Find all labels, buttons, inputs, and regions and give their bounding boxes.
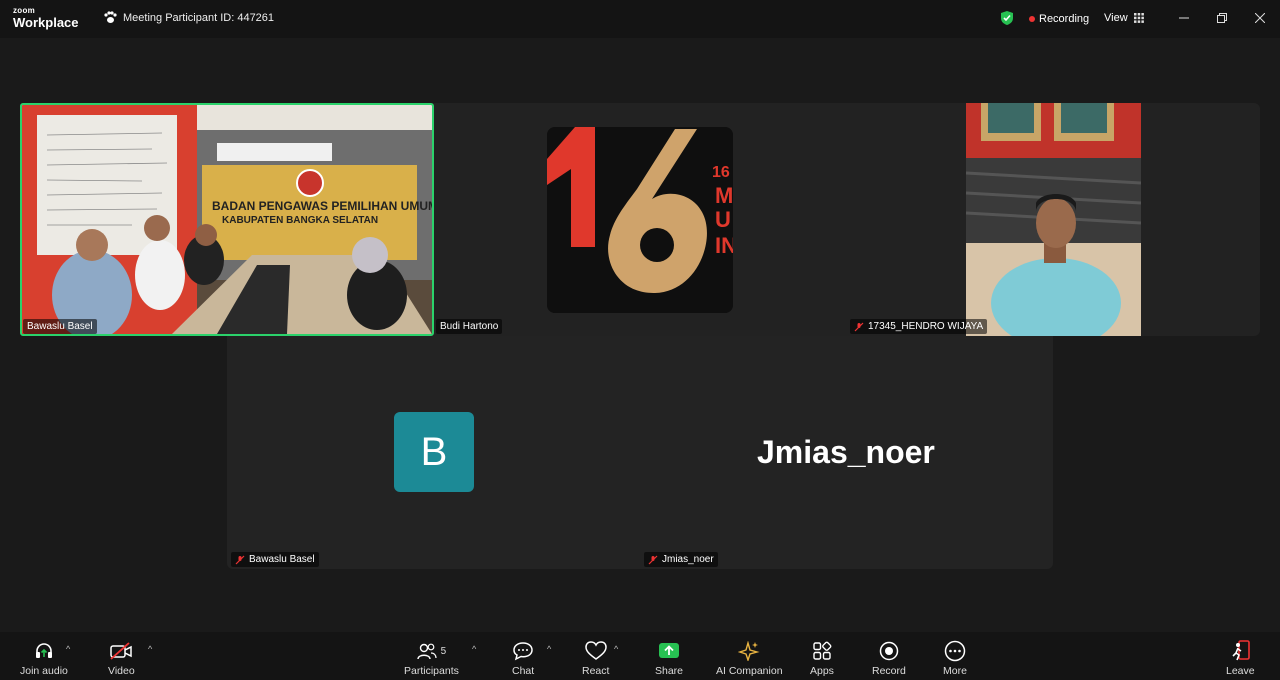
apps-icon — [813, 641, 832, 660]
mic-muted-icon — [235, 555, 245, 564]
leave-icon — [1232, 640, 1251, 661]
zoom-logo: zoom Workplace — [13, 6, 79, 30]
record-icon — [879, 641, 899, 661]
logo-workplace: Workplace — [13, 15, 79, 30]
participants-label: Participants — [404, 665, 459, 677]
share-label: Share — [655, 665, 684, 677]
video-label: Video — [108, 665, 135, 677]
recording-indicator[interactable]: Recording — [1029, 13, 1089, 25]
name-tag-budi: Budi Hartono — [436, 319, 503, 334]
view-button[interactable]: View — [1104, 12, 1144, 24]
name-tag-hendro: 17345_HENDRO WIJAYA — [850, 319, 988, 334]
participant-name: 17345_HENDRO WIJAYA — [868, 321, 984, 332]
video-tile-bawaslu-basel-camera[interactable]: BADAN PENGAWAS PEMILIHAN UMUM KABUPATEN … — [20, 103, 434, 336]
name-tag-camera: Bawaslu Basel — [23, 319, 97, 334]
join-audio-label: Join audio — [20, 665, 68, 677]
chat-icon — [513, 642, 533, 661]
apps-label: Apps — [810, 665, 834, 677]
video-options-chevron-icon[interactable]: ^ — [148, 644, 152, 654]
participants-icon — [416, 643, 437, 660]
audio-options-chevron-icon[interactable]: ^ — [66, 644, 70, 654]
logo-side-text-4: IN — [715, 233, 733, 258]
logo-side-text-2: M — [715, 183, 733, 208]
more-label: More — [943, 665, 967, 677]
logo-side-text-3: U — [715, 207, 731, 232]
react-options-chevron-icon[interactable]: ^ — [614, 644, 618, 654]
ai-companion-label: AI Companion — [716, 665, 783, 677]
name-tag-bawaslu: Bawaslu Basel — [231, 552, 319, 567]
mic-muted-icon — [648, 555, 658, 564]
view-label: View — [1104, 12, 1128, 24]
participant-name: Bawaslu Basel — [27, 321, 93, 332]
avatar-letter: B — [420, 429, 448, 474]
paw-icon — [104, 11, 117, 23]
logo-zoom: zoom — [13, 6, 36, 15]
banner-line-2: KABUPATEN BANGKA SELATAN — [222, 215, 378, 226]
participants-options-chevron-icon[interactable]: ^ — [472, 644, 476, 654]
heart-icon — [584, 641, 607, 660]
participants-button[interactable]: 5 Participants — [404, 640, 459, 677]
video-tile-hendro-wijaya[interactable] — [966, 103, 1141, 336]
mic-muted-icon — [854, 322, 864, 331]
chat-button[interactable]: Chat — [512, 640, 534, 677]
chat-options-chevron-icon[interactable]: ^ — [547, 644, 551, 654]
leave-button[interactable]: Leave — [1226, 640, 1255, 677]
apps-button[interactable]: Apps — [810, 640, 834, 677]
logo-side-text-1: 16 — [712, 164, 730, 181]
restore-icon[interactable] — [1211, 8, 1233, 28]
grid-icon — [1133, 13, 1144, 23]
avatar-bawaslu-basel[interactable]: B — [394, 412, 474, 492]
meeting-id-text: Meeting Participant ID: 447261 — [123, 11, 275, 24]
participant-name: Bawaslu Basel — [249, 554, 315, 565]
participant-name: Budi Hartono — [440, 321, 499, 332]
zoom-window: zoom Workplace Meeting Participant ID: 4… — [0, 0, 1280, 680]
leave-label: Leave — [1226, 665, 1255, 677]
record-button[interactable]: Record — [872, 640, 906, 677]
share-screen-icon — [659, 643, 680, 658]
headphones-icon — [35, 643, 52, 658]
hendro-video — [966, 103, 1141, 336]
recording-dot-icon — [1029, 16, 1035, 22]
participant-name: Jmias_noer — [662, 554, 714, 565]
more-icon — [944, 640, 966, 662]
meeting-info[interactable]: Meeting Participant ID: 447261 — [103, 11, 274, 24]
meeting-toolbar — [0, 632, 1280, 680]
react-button[interactable]: React — [582, 640, 609, 677]
video-tile-budi-hartono[interactable]: 16 M U IN — [547, 127, 733, 313]
share-button[interactable]: Share — [655, 640, 683, 677]
profile-picture-16: 16 M U IN — [547, 127, 733, 313]
more-button[interactable]: More — [943, 640, 967, 677]
participants-count: 5 — [440, 645, 447, 657]
react-label: React — [582, 665, 610, 677]
name-tag-jmias: Jmias_noer — [644, 552, 718, 567]
chat-label: Chat — [512, 665, 535, 677]
close-icon[interactable] — [1249, 8, 1271, 28]
minimize-icon[interactable] — [1173, 8, 1195, 28]
conference-room-video: BADAN PENGAWAS PEMILIHAN UMUM KABUPATEN … — [22, 105, 432, 334]
video-off-icon — [110, 642, 133, 660]
record-label: Record — [872, 665, 906, 677]
recording-label: Recording — [1039, 13, 1090, 25]
participant-display-name[interactable]: Jmias_noer — [757, 434, 935, 471]
ai-companion-button[interactable]: AI Companion — [716, 640, 783, 677]
join-audio-button[interactable]: Join audio — [20, 640, 68, 677]
security-shield-icon[interactable] — [1000, 10, 1014, 26]
video-button[interactable]: Video — [108, 640, 135, 677]
ai-sparkle-icon — [738, 641, 760, 661]
banner-line-1: BADAN PENGAWAS PEMILIHAN UMUM — [212, 199, 432, 213]
